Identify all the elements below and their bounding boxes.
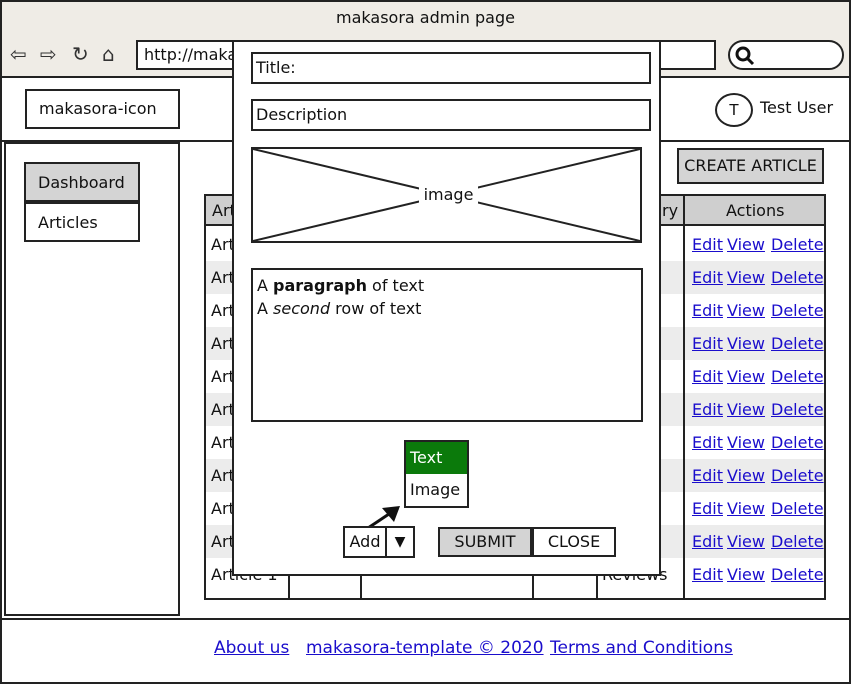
footer-divider (2, 618, 849, 620)
edit-link[interactable]: Edit (692, 459, 723, 492)
view-link[interactable]: View (727, 228, 765, 261)
avatar[interactable]: T (715, 93, 753, 127)
view-link[interactable]: View (727, 492, 765, 525)
submit-button[interactable]: SUBMIT (438, 527, 532, 557)
view-link[interactable]: View (727, 327, 765, 360)
menu-item-text[interactable]: Text (406, 442, 467, 474)
user-name[interactable]: Test User (760, 98, 833, 117)
footer-template-link[interactable]: makasora-template © 2020 (306, 638, 544, 658)
delete-link[interactable]: Delete (771, 459, 824, 492)
delete-link[interactable]: Delete (771, 393, 824, 426)
view-link[interactable]: View (727, 426, 765, 459)
search-icon (735, 46, 755, 66)
edit-link[interactable]: Edit (692, 327, 723, 360)
edit-link[interactable]: Edit (692, 525, 723, 558)
view-link[interactable]: View (727, 261, 765, 294)
view-link[interactable]: View (727, 393, 765, 426)
create-article-button[interactable]: CREATE ARTICLE (677, 148, 824, 184)
edit-link[interactable]: Edit (692, 492, 723, 525)
window-title: makasora admin page (2, 2, 849, 34)
view-link[interactable]: View (727, 360, 765, 393)
close-button[interactable]: CLOSE (532, 527, 616, 557)
back-arrow-icon[interactable]: ⇦ (10, 42, 27, 66)
edit-link[interactable]: Edit (692, 261, 723, 294)
chevron-down-icon: ▼ (394, 534, 406, 550)
delete-link[interactable]: Delete (771, 525, 824, 558)
delete-link[interactable]: Delete (771, 327, 824, 360)
edit-link[interactable]: Edit (692, 360, 723, 393)
add-dropdown-toggle[interactable]: ▼ (387, 526, 415, 558)
edit-link[interactable]: Edit (692, 294, 723, 327)
footer-terms-link[interactable]: Terms and Conditions (550, 638, 733, 658)
delete-link[interactable]: Delete (771, 228, 824, 261)
paragraph-line-1-bold: paragraph (273, 276, 367, 295)
sidebar-item-dashboard[interactable]: Dashboard (24, 162, 140, 202)
reload-icon[interactable]: ↻ (72, 42, 89, 66)
image-placeholder[interactable]: image (251, 147, 642, 243)
edit-link[interactable]: Edit (692, 228, 723, 261)
column-header-category: ry (662, 201, 679, 220)
view-link[interactable]: View (727, 459, 765, 492)
view-link[interactable]: View (727, 294, 765, 327)
paragraph-line-1: A paragraph of text (257, 274, 637, 297)
view-link[interactable]: View (727, 525, 765, 558)
edit-link[interactable]: Edit (692, 558, 723, 591)
browser-search-box[interactable] (728, 40, 844, 70)
delete-link[interactable]: Delete (771, 360, 824, 393)
delete-link[interactable]: Delete (771, 261, 824, 294)
delete-link[interactable]: Delete (771, 426, 824, 459)
image-label-text: image (418, 185, 479, 204)
title-input[interactable]: Title: (251, 52, 651, 84)
paragraph-line-1-prefix: A (257, 276, 274, 295)
paragraph-line-2: A second row of text (257, 297, 637, 320)
paragraph-line-2-prefix: A (257, 299, 274, 318)
paragraph-line-2-italic: second (273, 299, 331, 318)
paragraph-text-area[interactable]: A paragraph of text A second row of text (251, 268, 643, 422)
view-link[interactable]: View (727, 558, 765, 591)
image-label: image (253, 185, 644, 204)
paragraph-line-1-suffix: of text (366, 276, 425, 295)
add-button[interactable]: Add (343, 526, 387, 558)
app-logo[interactable]: makasora-icon (25, 89, 180, 129)
column-header-actions: Actions (726, 201, 785, 220)
forward-arrow-icon[interactable]: ⇨ (40, 42, 57, 66)
sidebar-item-articles[interactable]: Articles (24, 202, 140, 242)
delete-link[interactable]: Delete (771, 492, 824, 525)
edit-link[interactable]: Edit (692, 426, 723, 459)
paragraph-line-2-suffix: row of text (330, 299, 422, 318)
column-divider (683, 196, 685, 598)
delete-link[interactable]: Delete (771, 294, 824, 327)
description-input[interactable]: Description (251, 99, 651, 131)
home-icon[interactable]: ⌂ (102, 42, 115, 66)
create-article-modal: Title: Description image A paragraph of … (232, 40, 661, 576)
footer-about-link[interactable]: About us (214, 638, 289, 658)
add-type-menu: Text Image (404, 440, 469, 508)
menu-item-image[interactable]: Image (406, 474, 467, 506)
delete-link[interactable]: Delete (771, 558, 824, 591)
edit-link[interactable]: Edit (692, 393, 723, 426)
